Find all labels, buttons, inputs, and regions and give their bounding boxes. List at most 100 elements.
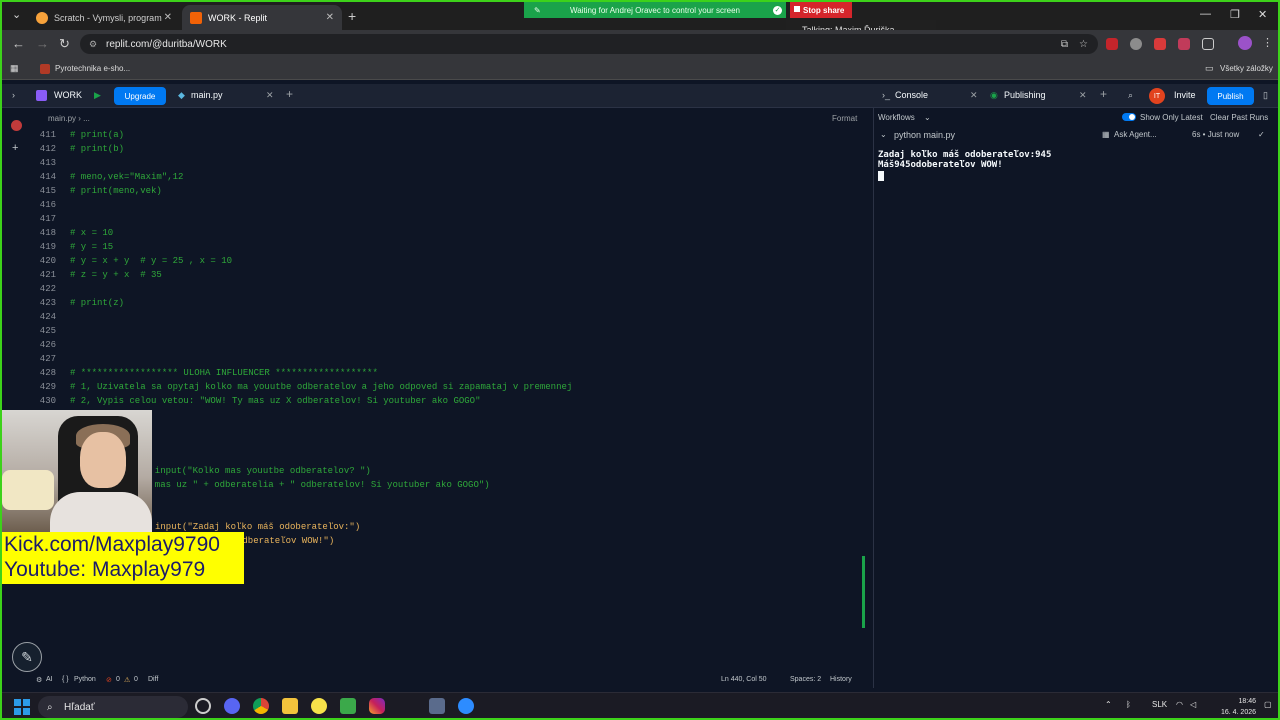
instagram-icon[interactable] (369, 698, 385, 714)
code-line[interactable]: 418 # x = 10 (32, 226, 862, 240)
extension-icon[interactable] (1178, 38, 1190, 50)
format-button[interactable]: Format (832, 114, 857, 123)
discord-icon[interactable] (224, 698, 240, 714)
code-line[interactable]: 427 (32, 352, 862, 366)
show-only-latest-toggle[interactable] (1122, 113, 1136, 121)
code-line[interactable]: 421 # z = y + x # 35 (32, 268, 862, 282)
taskbar-clock[interactable]: 18:46 16. 4. 2026 (1210, 696, 1256, 718)
history-button[interactable]: History (830, 676, 852, 683)
bluetooth-icon[interactable]: ᛒ (1126, 700, 1131, 709)
site-info-icon[interactable]: ⚙ (89, 39, 97, 50)
search-icon[interactable]: ⌕ (1128, 90, 1133, 101)
all-bookmarks-link[interactable]: Všetky záložky (1220, 64, 1273, 73)
task-view-icon[interactable] (195, 698, 211, 714)
ai-button[interactable]: AI (46, 676, 53, 683)
tab-scratch[interactable]: Scratch - Vymysli, programuj, zdieľaj ✕ (28, 5, 180, 30)
ublock-extension-icon[interactable] (1106, 38, 1118, 50)
stop-share-button[interactable]: Stop share (790, 2, 852, 18)
ask-agent-button[interactable]: Ask Agent... (1114, 130, 1157, 139)
close-icon[interactable]: ✕ (164, 12, 172, 23)
code-line[interactable]: 429 # 1, Uzivatela sa opytaj kolko ma you… (32, 380, 862, 394)
error-count[interactable]: 0 (116, 676, 120, 683)
input-language[interactable]: SLK (1152, 700, 1167, 709)
close-icon[interactable]: ✕ (266, 90, 274, 101)
workflows-dropdown[interactable]: Workflows (878, 113, 915, 122)
restore-icon[interactable]: ❐ (1230, 8, 1240, 21)
run-command[interactable]: python main.py (894, 130, 955, 140)
code-line[interactable]: input("Kolko mas youutbe odberatelov? ") (32, 464, 862, 478)
notifications-icon[interactable]: ▢ (1264, 700, 1272, 709)
taskbar-search[interactable]: ⌕ Hľadať (38, 696, 188, 718)
pen-extension-icon[interactable] (1154, 38, 1166, 50)
tab-list-icon[interactable]: ⌄ (12, 8, 21, 21)
close-window-icon[interactable]: ✕ (1258, 8, 1267, 21)
forward-icon[interactable]: → (36, 36, 49, 51)
code-line[interactable]: y mas uz " + odberatelia + " odberatelov… (32, 478, 862, 492)
layout-icon[interactable]: ▯ (1263, 90, 1268, 101)
code-line[interactable]: 423 # print(z) (32, 296, 862, 310)
code-line[interactable]: 415 # print(meno,vek) (32, 184, 862, 198)
add-icon[interactable]: + (12, 142, 18, 154)
chevron-up-icon[interactable]: ⌃ (1105, 700, 1112, 709)
code-line[interactable]: 426 (32, 338, 862, 352)
tab-publishing[interactable]: Publishing (1004, 90, 1046, 100)
code-line[interactable]: 411 # print(a) (32, 128, 862, 142)
code-line[interactable]: 425 (32, 324, 862, 338)
tab-replit[interactable]: WORK - Replit ✕ (182, 5, 342, 30)
back-icon[interactable]: ← (12, 36, 25, 51)
code-line[interactable]: 414 # meno,vek="Maxim",12 (32, 170, 862, 184)
add-tab-icon[interactable]: + (1100, 87, 1107, 101)
minecraft-icon[interactable] (340, 698, 356, 714)
code-line[interactable]: 412 # print(b) (32, 142, 862, 156)
bookmark-star-icon[interactable]: ☆ (1079, 39, 1088, 50)
invite-button[interactable]: Invite (1174, 90, 1196, 100)
file-explorer-icon[interactable] (282, 698, 298, 714)
windows-start-icon[interactable] (14, 699, 30, 715)
tab-main-py[interactable]: main.py (191, 90, 223, 100)
apps-grid-icon[interactable]: ▦ (10, 63, 19, 74)
spaces-setting[interactable]: Spaces: 2 (790, 676, 821, 683)
diff-button[interactable]: Diff (148, 676, 158, 683)
breadcrumb[interactable]: main.py › ... (48, 114, 90, 123)
code-line[interactable]: 417 (32, 212, 862, 226)
code-line[interactable]: 413 (32, 156, 862, 170)
address-bar[interactable]: ⚙ replit.com/@duritba/WORK ⧉ ☆ (80, 34, 1098, 54)
code-line[interactable]: 430 # 2, Vypis celou vetou: "WOW! Ty mas … (32, 394, 862, 408)
warning-count[interactable]: 0 (134, 676, 138, 683)
language-indicator[interactable]: Python (74, 676, 96, 683)
code-line[interactable]: 419 # y = 15 (32, 240, 862, 254)
user-avatar[interactable]: IT (1149, 88, 1165, 104)
code-line[interactable]: 420 # y = x + y # y = 25 , x = 10 (32, 254, 862, 268)
code-line[interactable]: 422 (32, 282, 862, 296)
reload-icon[interactable]: ↻ (59, 36, 70, 52)
app-icon[interactable] (429, 698, 445, 714)
code-line[interactable]: 416 (32, 198, 862, 212)
sidebar-toggle-icon[interactable]: › (12, 90, 15, 100)
project-name[interactable]: WORK (54, 90, 82, 100)
code-line[interactable]: 428 # ****************** ULOHA INFLUENCER… (32, 366, 862, 380)
wifi-icon[interactable]: ◠ (1176, 700, 1183, 709)
notification-icon[interactable] (11, 120, 22, 131)
terminal-cursor[interactable] (878, 171, 884, 181)
draw-pencil-button[interactable]: ✎ (12, 642, 42, 672)
volume-icon[interactable]: ◁ (1190, 700, 1196, 709)
clear-past-runs-button[interactable]: Clear Past Runs (1210, 113, 1268, 122)
bookmark-pyrotechnika[interactable]: Pyrotechnika e-sho... (55, 64, 130, 73)
code-line[interactable]: 424 (32, 310, 862, 324)
shield-extension-icon[interactable] (1130, 38, 1142, 50)
cursor-position[interactable]: Ln 440, Col 50 (721, 676, 767, 683)
install-app-icon[interactable]: ⧉ (1061, 39, 1068, 50)
puzzle-extensions-icon[interactable] (1202, 38, 1214, 50)
zoom-icon[interactable] (458, 698, 474, 714)
new-tab-button[interactable]: + (348, 8, 356, 24)
scrollbar-change-marker[interactable] (862, 556, 865, 628)
snapchat-icon[interactable] (311, 698, 327, 714)
publish-button[interactable]: Publish (1207, 87, 1254, 105)
add-tab-icon[interactable]: + (286, 87, 293, 101)
profile-avatar[interactable] (1238, 36, 1252, 50)
code-editor[interactable]: main.py › ... Format 411 # print(a) 412 # p… (32, 108, 872, 674)
close-icon[interactable]: ✕ (326, 12, 334, 23)
close-icon[interactable]: ✕ (1079, 90, 1087, 101)
chrome-icon[interactable] (253, 698, 269, 714)
upgrade-button[interactable]: Upgrade (114, 87, 166, 105)
